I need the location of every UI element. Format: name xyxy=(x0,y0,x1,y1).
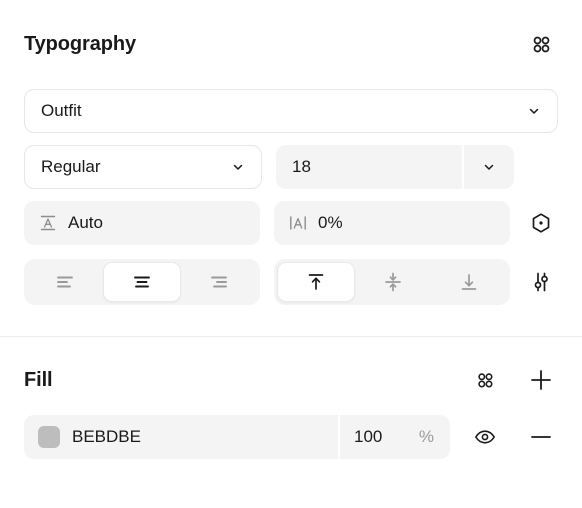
typography-section: Typography Outfit Regular 18 Auto 0% xyxy=(0,0,582,337)
fill-section: Fill BEBDBE 100 % xyxy=(0,337,582,459)
fill-hex-value: BEBDBE xyxy=(72,427,141,446)
font-weight-select[interactable]: Regular xyxy=(24,145,262,189)
page-title: Typography xyxy=(24,32,136,55)
fill-item-actions xyxy=(468,420,558,454)
fill-title: Fill xyxy=(24,368,53,391)
letter-spacing-icon xyxy=(288,213,308,233)
grid-dots-icon[interactable] xyxy=(468,363,502,397)
eye-icon[interactable] xyxy=(468,420,502,454)
fill-color-input[interactable]: BEBDBE xyxy=(24,415,338,459)
vertical-align-group xyxy=(274,259,510,305)
fill-color-field: BEBDBE 100 % xyxy=(24,415,450,459)
chevron-down-icon xyxy=(527,104,541,118)
color-swatch[interactable] xyxy=(38,426,60,448)
plus-icon[interactable] xyxy=(524,363,558,397)
letter-spacing-value: 0% xyxy=(318,213,343,232)
line-height-icon xyxy=(38,213,58,233)
font-size-input[interactable]: 18 xyxy=(276,145,462,189)
letter-spacing-input[interactable]: 0% xyxy=(274,201,510,245)
font-weight-size-row: Regular 18 xyxy=(0,145,582,189)
font-family-select[interactable]: Outfit xyxy=(24,89,558,133)
fill-item-row: BEBDBE 100 % xyxy=(0,415,582,459)
font-size-control: 18 xyxy=(276,145,514,189)
align-left-button[interactable] xyxy=(27,262,103,302)
line-height-input[interactable]: Auto xyxy=(24,201,260,245)
font-size-value: 18 xyxy=(292,157,311,176)
horizontal-align-group xyxy=(24,259,260,305)
minus-icon[interactable] xyxy=(524,420,558,454)
fill-opacity-value: 100 xyxy=(354,427,383,446)
line-height-letter-spacing-row: Auto 0% xyxy=(0,201,582,245)
properties-panel: Typography Outfit Regular 18 Auto 0% Fil… xyxy=(0,0,582,508)
line-height-value: Auto xyxy=(68,213,103,232)
align-middle-button[interactable] xyxy=(355,262,431,302)
font-size-stepper-button[interactable] xyxy=(462,145,514,189)
font-weight-value: Regular xyxy=(41,157,101,176)
hexagon-dot-icon[interactable] xyxy=(524,206,558,240)
typography-header: Typography xyxy=(0,27,582,61)
sliders-icon[interactable] xyxy=(524,265,558,299)
align-bottom-button[interactable] xyxy=(431,262,507,302)
align-top-button[interactable] xyxy=(277,262,355,302)
fill-header: Fill xyxy=(0,363,582,397)
font-family-row: Outfit xyxy=(0,89,582,133)
fill-header-actions xyxy=(468,363,558,397)
align-center-button[interactable] xyxy=(103,262,181,302)
grid-dots-icon[interactable] xyxy=(524,27,558,61)
chevron-down-icon xyxy=(482,160,496,174)
align-right-button[interactable] xyxy=(181,262,257,302)
fill-opacity-unit: % xyxy=(418,427,434,446)
typography-header-actions xyxy=(524,27,558,61)
font-family-value: Outfit xyxy=(41,101,82,120)
chevron-down-icon xyxy=(231,160,245,174)
fill-opacity-input[interactable]: 100 % xyxy=(338,415,450,459)
alignment-row xyxy=(0,259,582,305)
